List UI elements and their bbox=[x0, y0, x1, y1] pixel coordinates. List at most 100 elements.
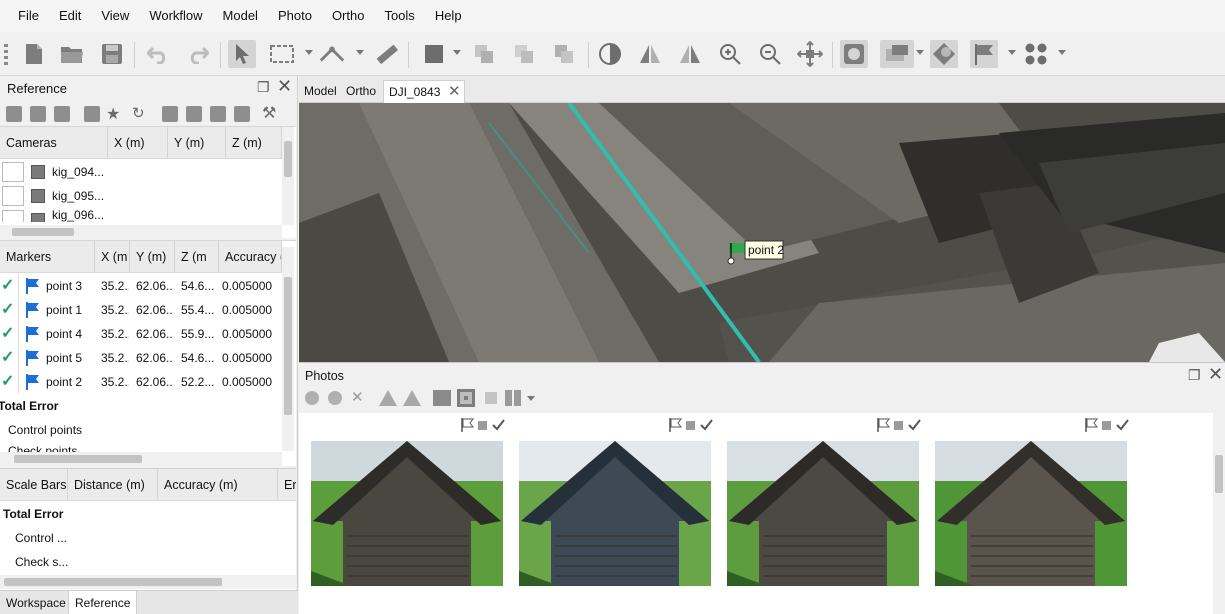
small-square-icon[interactable] bbox=[485, 392, 497, 404]
menu-view[interactable]: View bbox=[91, 0, 139, 32]
ruler-line-icon[interactable] bbox=[318, 40, 346, 68]
chevron-down-icon[interactable] bbox=[356, 50, 364, 55]
remove-icon[interactable]: ✕ bbox=[351, 388, 364, 406]
marker-checkbox[interactable]: ✓ bbox=[1, 274, 19, 298]
duplicate-icon[interactable] bbox=[470, 40, 498, 68]
column-header[interactable]: Err bbox=[278, 469, 296, 501]
horizontal-scrollbar[interactable] bbox=[0, 575, 296, 589]
tab-ortho[interactable]: Ortho bbox=[341, 80, 381, 103]
marker-checkbox[interactable]: ✓ bbox=[1, 298, 19, 322]
menu-model[interactable]: Model bbox=[213, 0, 268, 32]
tools-icon[interactable]: ⚒ bbox=[262, 103, 276, 123]
new-document-icon[interactable] bbox=[20, 40, 48, 68]
column-header[interactable]: Accuracy ( bbox=[219, 241, 282, 273]
close-icon[interactable]: ✕ bbox=[448, 81, 461, 103]
tab-model[interactable]: Model bbox=[299, 80, 342, 103]
horizontal-scrollbar[interactable] bbox=[0, 225, 282, 238]
table-edit-icon[interactable] bbox=[186, 106, 202, 122]
zoom-in-icon[interactable] bbox=[716, 40, 744, 68]
tab-reference[interactable]: Reference bbox=[68, 591, 138, 614]
import-icon[interactable] bbox=[6, 106, 22, 122]
zoom-out-icon[interactable] bbox=[756, 40, 784, 68]
rectangle-selection-icon[interactable] bbox=[268, 40, 296, 68]
close-icon[interactable]: ✕ bbox=[277, 76, 292, 97]
table-row[interactable]: ✓ point 3 35.2... 62.06... 54.6... 0.005000 bbox=[0, 274, 282, 298]
save-icon[interactable] bbox=[98, 40, 126, 68]
menu-edit[interactable]: Edit bbox=[49, 0, 91, 32]
photo-thumbnail[interactable] bbox=[311, 413, 505, 614]
column-header[interactable]: Z (m) bbox=[226, 127, 282, 159]
float-panel-icon[interactable]: ❐ bbox=[1188, 367, 1201, 384]
column-header[interactable]: Markers bbox=[0, 241, 95, 273]
column-header[interactable]: Cameras bbox=[0, 127, 108, 159]
chevron-down-icon[interactable] bbox=[916, 50, 924, 55]
convert-icon[interactable] bbox=[54, 106, 70, 122]
table-row[interactable]: kig_095... bbox=[0, 184, 282, 208]
chevron-down-icon[interactable] bbox=[1058, 50, 1066, 55]
mask-icon[interactable] bbox=[840, 40, 868, 68]
vertical-scrollbar[interactable] bbox=[282, 127, 294, 225]
menu-help[interactable]: Help bbox=[425, 0, 472, 32]
grid-view-icon[interactable] bbox=[505, 390, 523, 406]
photo-thumbnail[interactable] bbox=[519, 413, 713, 614]
column-header[interactable]: Accuracy (m) bbox=[158, 469, 278, 501]
column-header[interactable]: Distance (m) bbox=[68, 469, 158, 501]
camera-checkbox[interactable] bbox=[2, 210, 24, 222]
ruler-icon[interactable] bbox=[372, 40, 400, 68]
column-header[interactable]: Scale Bars bbox=[0, 469, 68, 501]
mask-icon[interactable] bbox=[457, 389, 475, 407]
close-icon[interactable]: ✕ bbox=[1208, 364, 1223, 385]
column-header[interactable]: Z (m bbox=[175, 241, 219, 273]
flag-icon[interactable] bbox=[970, 40, 998, 68]
merge-icon[interactable] bbox=[510, 40, 538, 68]
vertical-scrollbar[interactable] bbox=[282, 247, 294, 451]
horizontal-scrollbar[interactable] bbox=[0, 452, 282, 466]
refresh-icon[interactable]: ↻ bbox=[132, 104, 145, 122]
table-row[interactable]: ✓ point 4 35.2... 62.06... 55.9... 0.005000 bbox=[0, 322, 282, 346]
redo-icon[interactable] bbox=[184, 40, 212, 68]
menu-tools[interactable]: Tools bbox=[374, 0, 424, 32]
tab-workspace[interactable]: Workspace bbox=[0, 591, 72, 614]
table-view-icon[interactable] bbox=[162, 106, 178, 122]
table-row[interactable]: ✓ point 5 35.2... 62.06... 54.6... 0.005000 bbox=[0, 346, 282, 370]
pin-icon[interactable] bbox=[930, 40, 958, 68]
rotate-left-icon[interactable] bbox=[379, 390, 397, 406]
chevron-down-icon[interactable] bbox=[453, 50, 461, 55]
menu-ortho[interactable]: Ortho bbox=[322, 0, 375, 32]
toolbar-grip[interactable] bbox=[4, 44, 8, 66]
check-scale-bars-row[interactable]: Check s... bbox=[0, 550, 282, 574]
table-row[interactable]: kig_094... bbox=[0, 160, 282, 184]
photo-view[interactable]: point 2 bbox=[299, 103, 1225, 362]
mask-options-icon[interactable] bbox=[880, 40, 914, 68]
table-upload-icon[interactable] bbox=[234, 106, 250, 122]
column-header[interactable]: X (m bbox=[95, 241, 130, 273]
camera-checkbox[interactable] bbox=[2, 186, 24, 206]
marker-checkbox[interactable]: ✓ bbox=[1, 322, 19, 346]
photo-thumbnail[interactable] bbox=[727, 413, 921, 614]
menu-workflow[interactable]: Workflow bbox=[139, 0, 212, 32]
table-settings-icon[interactable] bbox=[210, 106, 226, 122]
menu-photo[interactable]: Photo bbox=[268, 0, 322, 32]
disable-icon[interactable] bbox=[328, 391, 342, 405]
grid-dots-icon[interactable] bbox=[1022, 40, 1050, 68]
photo-thumbnail[interactable] bbox=[935, 413, 1129, 614]
camera-checkbox[interactable] bbox=[2, 162, 24, 182]
rotate-right-icon[interactable] bbox=[403, 390, 421, 406]
table-row[interactable]: ✓ point 2 35.2... 62.06... 52.2... 0.005000 bbox=[0, 370, 282, 394]
mirror-v-icon[interactable] bbox=[676, 40, 704, 68]
open-folder-icon[interactable] bbox=[58, 40, 86, 68]
move-center-icon[interactable] bbox=[796, 40, 824, 68]
column-header[interactable]: Y (m) bbox=[130, 241, 175, 273]
table-row[interactable]: kig_096... bbox=[0, 208, 282, 222]
chevron-down-icon[interactable] bbox=[1008, 50, 1016, 55]
enable-icon[interactable] bbox=[305, 391, 319, 405]
control-scale-bars-row[interactable]: Control ... bbox=[0, 526, 282, 550]
chevron-down-icon[interactable] bbox=[527, 396, 535, 401]
shape-rect-icon[interactable] bbox=[420, 40, 448, 68]
column-header[interactable]: X (m) bbox=[108, 127, 168, 159]
float-panel-icon[interactable]: ❐ bbox=[257, 79, 270, 96]
column-header[interactable]: Y (m) bbox=[168, 127, 226, 159]
contrast-icon[interactable] bbox=[596, 40, 624, 68]
menu-file[interactable]: File bbox=[8, 0, 49, 32]
star-icon[interactable]: ★ bbox=[106, 104, 120, 124]
